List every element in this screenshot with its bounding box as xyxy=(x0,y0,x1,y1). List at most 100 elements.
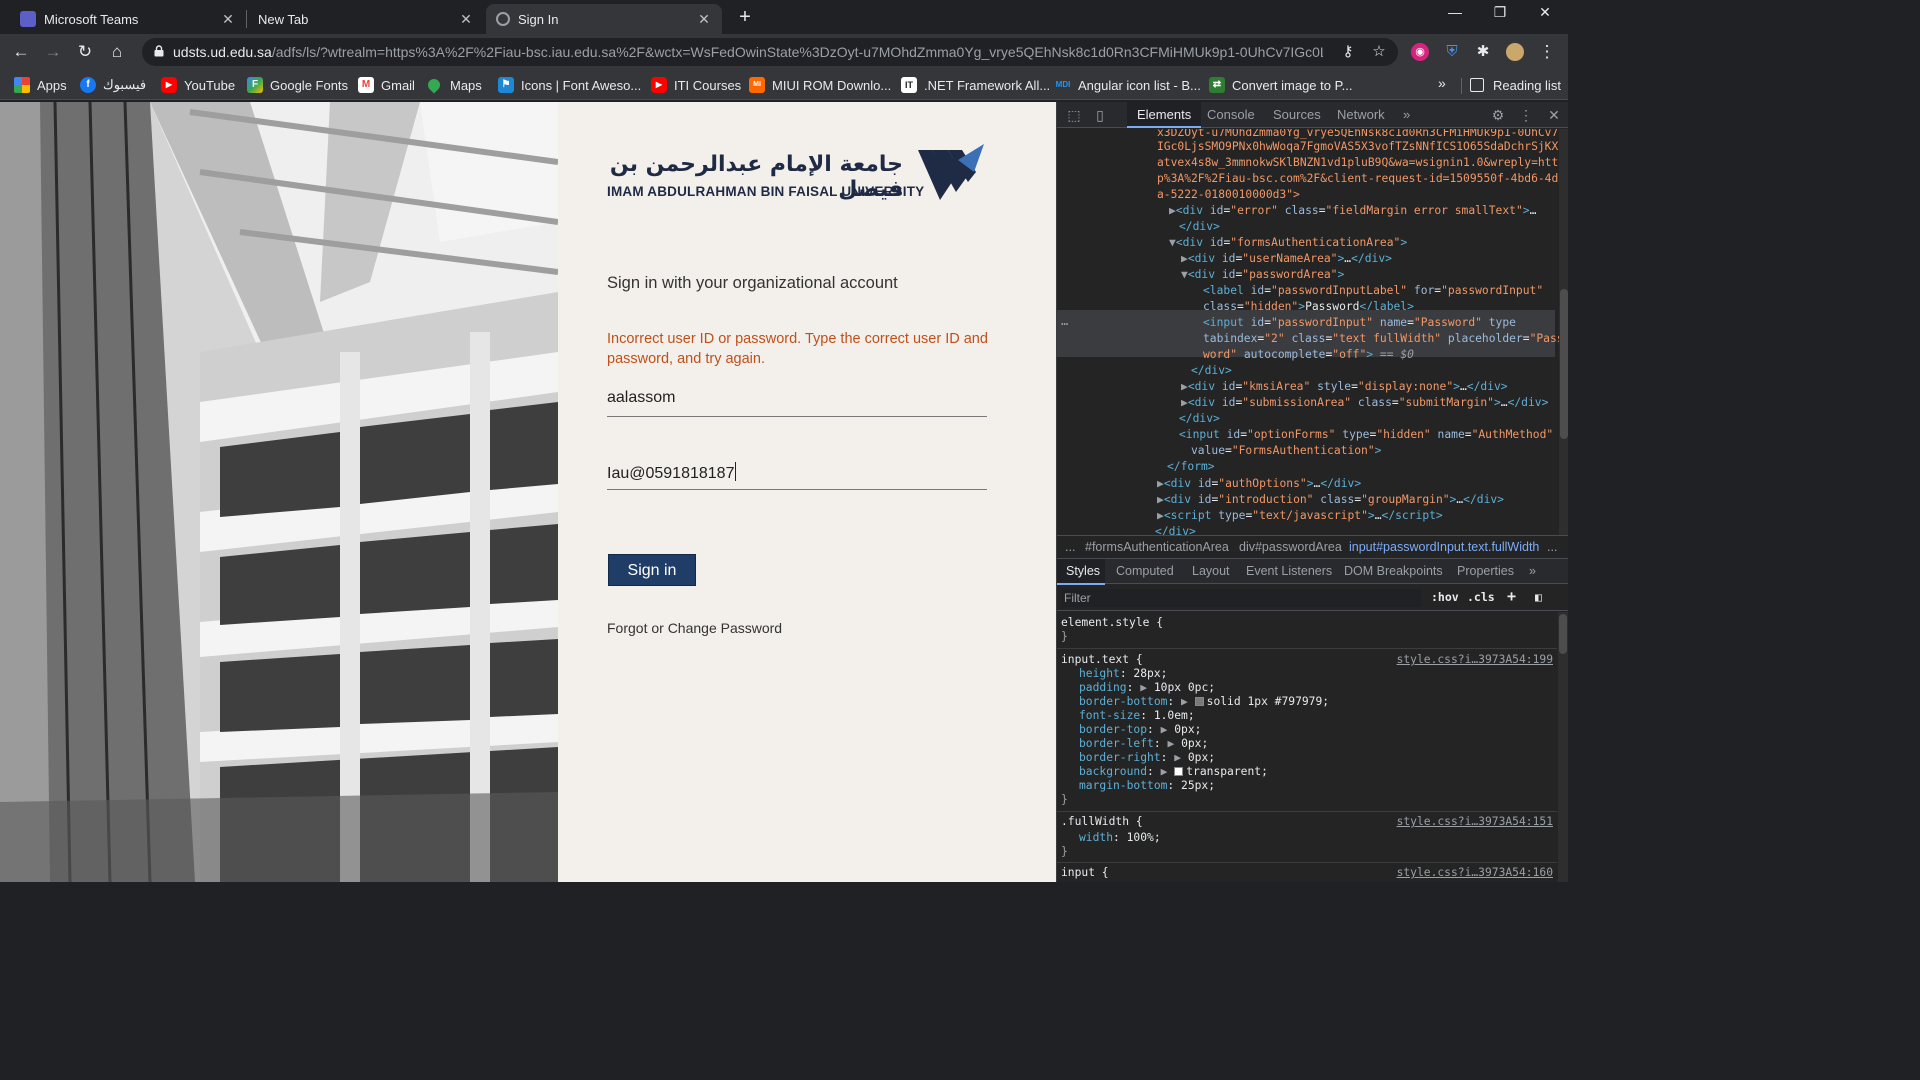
devtools-tab-console[interactable]: Console xyxy=(1207,107,1255,122)
home-icon[interactable]: ⌂ xyxy=(106,41,128,63)
css-property[interactable]: margin-bottom: 25px; xyxy=(1079,779,1215,793)
css-property[interactable]: height: 28px; xyxy=(1079,667,1167,681)
bookmark-youtube[interactable]: ▶ YouTube xyxy=(161,76,235,94)
username-field[interactable]: aalassom xyxy=(607,383,987,417)
reload-icon[interactable]: ↻ xyxy=(74,41,96,63)
dom-node-password-area[interactable]: ▼<div id="passwordArea"> xyxy=(1181,267,1344,283)
devtools-tab-sources[interactable]: Sources xyxy=(1273,107,1321,122)
dom-node-submission-area[interactable]: ▶<div id="submissionArea" class="submitM… xyxy=(1181,395,1548,411)
new-tab-button[interactable]: + xyxy=(734,6,756,29)
forward-arrow-icon[interactable]: → xyxy=(42,41,64,63)
reading-list-button[interactable]: Reading list xyxy=(1470,76,1561,94)
tab-properties[interactable]: Properties xyxy=(1457,564,1514,578)
rule-source-link[interactable]: style.css?i…3973A54:151 xyxy=(1397,815,1553,829)
bookmark-star-icon[interactable]: ☆ xyxy=(1370,43,1388,61)
rule-source-link[interactable]: style.css?i…3973A54:199 xyxy=(1397,653,1553,667)
inspect-element-icon[interactable]: ⬚ xyxy=(1065,106,1083,124)
shield-icon[interactable]: ⛨ xyxy=(1443,43,1461,61)
dom-node-introduction[interactable]: ▶<div id="introduction" class="groupMarg… xyxy=(1157,492,1504,508)
css-property[interactable]: border-top: ▶ 0px; xyxy=(1079,723,1201,737)
dom-node-error[interactable]: ▶<div id="error" class="fieldMargin erro… xyxy=(1169,203,1536,219)
tab-layout[interactable]: Layout xyxy=(1192,564,1230,578)
settings-gear-icon[interactable]: ⚙ xyxy=(1489,106,1507,124)
rule-source-link[interactable]: style.css?i…3973A54:160 xyxy=(1397,866,1553,880)
tab-dom-breakpoints[interactable]: DOM Breakpoints xyxy=(1344,564,1443,578)
device-toolbar-icon[interactable]: ▯ xyxy=(1091,106,1109,124)
css-property[interactable]: border-right: ▶ 0px; xyxy=(1079,751,1215,765)
more-bookmarks-button[interactable]: » xyxy=(1438,75,1446,91)
dom-node-password-input[interactable]: <input id="passwordInput" name="Password… xyxy=(1203,315,1516,331)
kebab-menu-icon[interactable]: ⋮ xyxy=(1536,41,1558,63)
new-style-rule-icon[interactable]: + xyxy=(1507,587,1516,605)
extension-record-icon[interactable]: ◉ xyxy=(1411,43,1429,61)
devtools-menu-icon[interactable]: ⋮ xyxy=(1517,106,1535,124)
css-property[interactable]: border-bottom: ▶ solid 1px #797979; xyxy=(1079,695,1329,709)
tab-computed[interactable]: Computed xyxy=(1116,564,1174,578)
dom-node-option-forms[interactable]: <input id="optionForms" type="hidden" na… xyxy=(1179,427,1553,443)
extensions-puzzle-icon[interactable]: ✱ xyxy=(1474,43,1492,61)
dom-node-forms-auth[interactable]: ▼<div id="formsAuthenticationArea"> xyxy=(1169,235,1407,251)
forgot-password-link[interactable]: Forgot or Change Password xyxy=(607,620,782,636)
dom-line: IGc0LjsSMO9PNx0hwWoqa7FgmoVAS5X3vofTZsNN… xyxy=(1157,140,1566,153)
toggle-sidebar-icon[interactable]: ◧ xyxy=(1535,590,1542,604)
hover-state-toggle[interactable]: :hov xyxy=(1431,590,1459,604)
breadcrumb-item[interactable]: div#passwordArea xyxy=(1239,540,1342,554)
bookmark-iti-courses[interactable]: ▶ ITI Courses xyxy=(651,76,741,94)
close-window-icon[interactable]: ✕ xyxy=(1530,4,1560,21)
more-style-tabs-button[interactable]: » xyxy=(1529,564,1536,578)
bookmark-label: Gmail xyxy=(381,77,415,93)
dom-node-username-area[interactable]: ▶<div id="userNameArea">…</div> xyxy=(1181,251,1392,267)
dom-node-kmsi-area[interactable]: ▶<div id="kmsiArea" style="display:none"… xyxy=(1181,379,1508,395)
css-property[interactable]: border-left: ▶ 0px; xyxy=(1079,737,1208,751)
close-icon[interactable]: ✕ xyxy=(220,11,236,28)
dom-node-script[interactable]: ▶<script type="text/javascript">…</scrip… xyxy=(1157,508,1443,524)
breadcrumb-item-active[interactable]: input#passwordInput.text.fullWidth xyxy=(1349,540,1539,554)
tab-event-listeners[interactable]: Event Listeners xyxy=(1246,564,1332,578)
minimize-window-icon[interactable]: — xyxy=(1440,4,1470,20)
breadcrumb-item[interactable]: ... xyxy=(1547,540,1557,554)
bookmark-apps[interactable]: Apps xyxy=(14,76,67,94)
restore-window-icon[interactable]: ❐ xyxy=(1485,4,1515,21)
bookmark-angular-icons[interactable]: MDI Angular icon list - B... xyxy=(1055,76,1201,94)
bookmark-facebook[interactable]: f فيسبوك xyxy=(80,76,146,94)
close-devtools-icon[interactable]: ✕ xyxy=(1545,106,1563,124)
signin-button[interactable]: Sign in xyxy=(608,554,696,586)
devtools-tab-elements[interactable]: Elements xyxy=(1137,107,1191,122)
styles-filter-input[interactable]: Filter xyxy=(1061,589,1421,607)
devtools-tab-network[interactable]: Network xyxy=(1337,107,1385,122)
node-actions-ellipsis[interactable]: … xyxy=(1061,313,1068,329)
bookmark-maps[interactable]: Maps xyxy=(425,76,482,94)
dom-node-auth-options[interactable]: ▶<div id="authOptions">…</div> xyxy=(1157,476,1361,492)
bookmark-google-fonts[interactable]: F Google Fonts xyxy=(247,76,348,94)
breadcrumb-item[interactable]: ... xyxy=(1065,540,1075,554)
bookmark-font-awesome[interactable]: ⚑ Icons | Font Aweso... xyxy=(498,76,641,94)
tab-new-tab[interactable]: New Tab ✕ xyxy=(248,4,484,34)
css-property[interactable]: font-size: 1.0em; xyxy=(1079,709,1195,723)
tab-sign-in[interactable]: Sign In ✕ xyxy=(486,4,722,34)
tab-microsoft-teams[interactable]: Microsoft Teams ✕ xyxy=(10,4,246,34)
back-arrow-icon[interactable]: ← xyxy=(10,41,32,63)
css-property[interactable]: background: ▶ transparent; xyxy=(1079,765,1268,779)
bookmark-net-framework[interactable]: IT .NET Framework All... xyxy=(901,76,1050,94)
password-field[interactable]: Iau@0591818187 xyxy=(607,456,987,490)
address-bar[interactable]: udsts.ud.edu.sa/adfs/ls/?wtrealm=https%3… xyxy=(142,38,1398,66)
close-icon[interactable]: ✕ xyxy=(458,11,474,28)
tab-styles[interactable]: Styles xyxy=(1066,564,1100,578)
dom-node-password-label[interactable]: <label id="passwordInputLabel" for="pass… xyxy=(1203,283,1543,299)
dom-scrollbar-thumb[interactable] xyxy=(1560,289,1568,439)
css-property[interactable]: width: 100%; xyxy=(1079,831,1161,845)
key-icon[interactable]: ⚷ xyxy=(1339,43,1357,61)
class-toggle[interactable]: .cls xyxy=(1467,590,1495,604)
css-property[interactable]: padding: ▶ 10px 0pc; xyxy=(1079,681,1215,695)
more-tabs-button[interactable]: » xyxy=(1403,107,1410,122)
close-icon[interactable]: ✕ xyxy=(696,11,712,28)
color-swatch[interactable] xyxy=(1174,767,1184,776)
profile-avatar[interactable] xyxy=(1506,43,1524,61)
bookmark-label: فيسبوك xyxy=(103,77,147,92)
breadcrumb-item[interactable]: #formsAuthenticationArea xyxy=(1085,540,1229,554)
bookmark-gmail[interactable]: M Gmail xyxy=(358,76,415,94)
color-swatch[interactable] xyxy=(1194,697,1204,706)
bookmark-miui-rom[interactable]: MI MIUI ROM Downlo... xyxy=(749,76,891,94)
bookmark-convert-image[interactable]: ⇄ Convert image to P... xyxy=(1209,76,1352,94)
styles-scrollbar-thumb[interactable] xyxy=(1559,614,1567,654)
